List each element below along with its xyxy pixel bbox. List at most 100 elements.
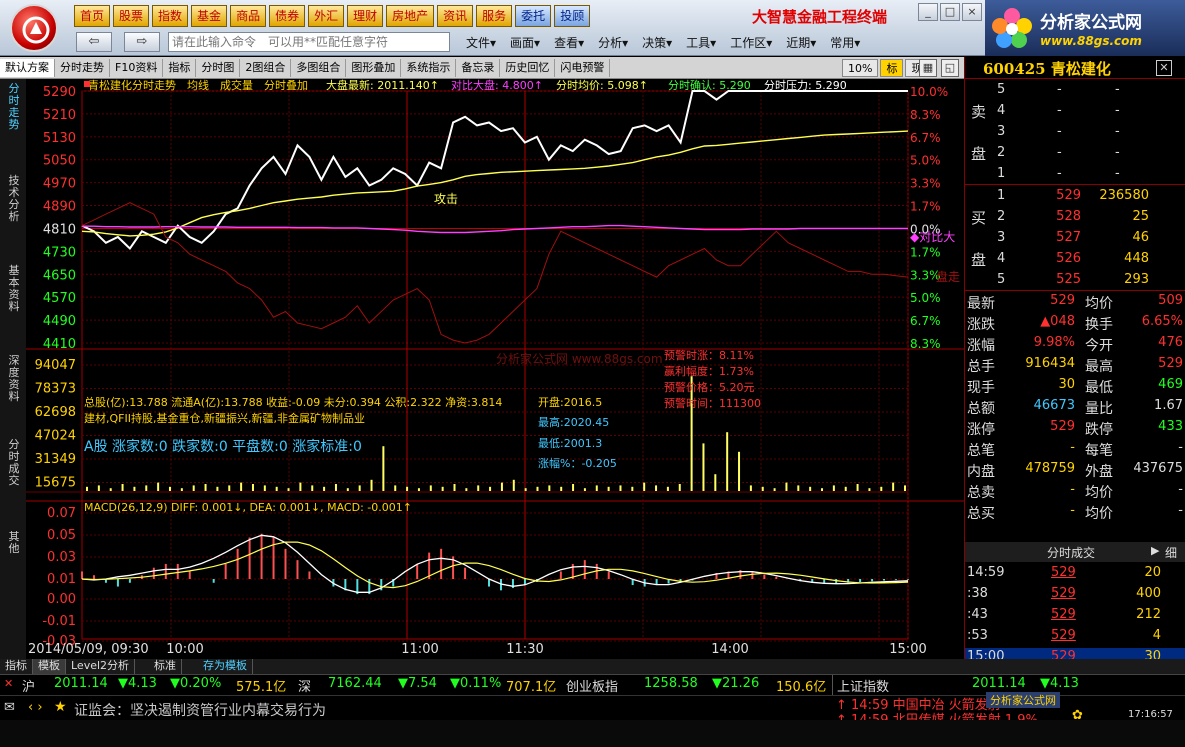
stat-value2-6: 433	[1158, 419, 1183, 434]
price-tick-3: 5050	[43, 154, 76, 169]
bottom-tab-3[interactable]: 标准	[149, 659, 183, 674]
trades-title[interactable]: 分时成交	[1047, 544, 1095, 561]
trades-detail-button[interactable]: 细	[1165, 544, 1177, 561]
menu-5[interactable]: 工具▾	[686, 34, 716, 51]
menu-4[interactable]: 决策▾	[642, 34, 672, 51]
menu-0[interactable]: 文件▾	[466, 34, 496, 51]
volume-bar-27	[406, 486, 409, 491]
sidebar-tab-1[interactable]: 技术分析	[6, 175, 22, 223]
toolbar-item-1[interactable]: 分时走势	[55, 58, 110, 77]
trade-row-0: 14:59 529 20	[965, 564, 1185, 584]
app-logo[interactable]	[10, 4, 58, 52]
volume-bar-64	[844, 486, 847, 491]
nav-6[interactable]: 外汇	[308, 5, 345, 27]
chart-market-latest: 大盘最新: 2011.140↑	[326, 79, 439, 92]
bottom-tab-bar: 指标 模板 Level2分析 标准 存为模板	[0, 659, 1185, 674]
maximize-icon[interactable]: □	[940, 3, 960, 21]
volume-bar-57	[761, 486, 764, 491]
top-nav: 首页 股票 指数 基金 商品 债券 外汇 理财 房地产 资讯 服务 委托 投顾	[74, 5, 591, 27]
toolbar-right-1[interactable]: 标	[880, 59, 904, 77]
toolbar-item-6[interactable]: 多图组合	[291, 58, 347, 77]
volume-bar-20	[323, 486, 326, 491]
volume-bar-38	[536, 486, 539, 491]
minimize-icon[interactable]: _	[918, 3, 938, 21]
nav-2[interactable]: 指数	[152, 5, 189, 27]
command-input[interactable]: 请在此输入命令 可以用**匹配任意字符	[168, 32, 450, 52]
nav-11[interactable]: 委托	[515, 5, 552, 27]
toolbar-item-9[interactable]: 备忘录	[456, 58, 501, 77]
nav-0[interactable]: 首页	[74, 5, 111, 27]
trade-row-3: :53 529 4	[965, 627, 1185, 647]
menu-3[interactable]: 分析▾	[598, 34, 628, 51]
site-name: 分析家公式网	[1040, 13, 1142, 33]
price-tick-0: 5290	[43, 85, 76, 100]
volume-bar-61	[809, 486, 812, 491]
sz-pct: ▼0.11%	[450, 676, 502, 691]
stat-label2-1: 换手	[1085, 317, 1113, 333]
nav-8[interactable]: 房地产	[386, 5, 435, 27]
nav-12[interactable]: 投顾	[554, 5, 591, 27]
toolbar-item-3[interactable]: 指标	[163, 58, 197, 77]
bottom-tab-4[interactable]: 存为模板	[198, 659, 254, 674]
toolbar-item-8[interactable]: 系统指示	[401, 58, 457, 77]
news-prev-icon[interactable]: ‹ ›	[28, 700, 43, 715]
sidebar-tab-0[interactable]: 分时走势	[6, 83, 22, 131]
nav-3[interactable]: 基金	[191, 5, 228, 27]
nav-4[interactable]: 商品	[230, 5, 267, 27]
menu-6[interactable]: 工作区▾	[730, 34, 772, 51]
nav-7[interactable]: 理财	[347, 5, 384, 27]
sidebar-tab-2[interactable]: 基本资料	[6, 265, 22, 313]
bottom-tab-2[interactable]: Level2分析	[66, 659, 136, 674]
volume-bar-68	[892, 482, 895, 491]
bottom-tab-1[interactable]: 模板	[33, 659, 66, 674]
toolbar-item-2[interactable]: F10资料	[110, 58, 164, 77]
volume-bar-16	[275, 486, 278, 491]
forward-button[interactable]: ⇨	[124, 32, 160, 52]
sidebar-tab-5[interactable]: 其他	[6, 531, 22, 555]
buy-row-price-1: 528	[1056, 209, 1081, 224]
nav-1[interactable]: 股票	[113, 5, 150, 27]
chart-toolbar: 默认方案 分时走势 F10资料 指标 分时图 2图组合 多图组合 图形叠加 系统指示 备忘录 历史回…	[0, 57, 965, 79]
intraday-chart[interactable]: 5290 5210 5130 5050 4970 4890 4810 4730 4650 4570…	[26, 79, 964, 659]
chart-vs-market: 对比大盘: 4.800↑	[451, 79, 543, 92]
back-button[interactable]: ⇦	[76, 32, 112, 52]
toolbar-item-4[interactable]: 分时图	[196, 58, 241, 77]
buy-row-vol-3: 448	[1124, 251, 1149, 266]
series-line-0	[81, 90, 908, 251]
toolbar-item-7[interactable]: 图形叠加	[346, 58, 402, 77]
volume-bar-2	[109, 488, 112, 491]
ticker-close-icon[interactable]: ✕	[4, 677, 13, 690]
nav-5[interactable]: 债券	[269, 5, 306, 27]
quote-stats: 最新 529 均价 509 涨跌 ▲048 换手 6.65% 涨幅 9.98% 今开 476 总手 916…	[965, 291, 1185, 522]
header-marker-icon	[84, 81, 90, 87]
menu-bar: 文件▾ 画面▾ 查看▾ 分析▾ 决策▾ 工具▾ 工作区▾ 近期▾ 常用▾	[466, 34, 860, 51]
stat-value2-4: 469	[1158, 377, 1183, 392]
menu-2[interactable]: 查看▾	[554, 34, 584, 51]
toolbar-right-0[interactable]: 10%	[842, 59, 879, 77]
toolbar-item-5[interactable]: 2图组合	[240, 58, 292, 77]
envelope-icon[interactable]: ✉	[4, 700, 15, 715]
menu-7[interactable]: 近期▾	[786, 34, 816, 51]
toolbar-grid-button[interactable]: ▦	[919, 59, 937, 77]
toolbar-item-0[interactable]: 默认方案	[0, 58, 55, 77]
close-window-icon[interactable]: ×	[962, 3, 982, 21]
close-icon[interactable]: ✕	[1156, 60, 1172, 76]
price-tick-1: 5210	[43, 108, 76, 123]
menu-1[interactable]: 画面▾	[510, 34, 540, 51]
trades-header: 分时成交 细 ▶	[965, 542, 1185, 562]
toolbar-item-10[interactable]: 历史回忆	[500, 58, 556, 77]
sidebar-tab-4[interactable]: 分时成交	[6, 439, 22, 487]
time-tick-2: 11:30	[506, 642, 543, 657]
sidebar-tab-3[interactable]: 深度资料	[6, 355, 22, 403]
stat-value2-1: 6.65%	[1141, 314, 1183, 329]
menu-8[interactable]: 常用▾	[830, 34, 860, 51]
nav-9[interactable]: 资讯	[437, 5, 474, 27]
trade-time-1: :38	[967, 586, 988, 601]
bottom-tab-0[interactable]: 指标	[0, 659, 33, 674]
forward-arrow-icon: ⇨	[136, 34, 148, 49]
toolbar-expand-button[interactable]: ◱	[941, 59, 959, 77]
toolbar-item-11[interactable]: 闪电预警	[555, 58, 611, 77]
nav-10[interactable]: 服务	[476, 5, 513, 27]
time-tick-4: 15:00	[889, 642, 926, 657]
news-text[interactable]: 证监会：坚决遏制资管行业内幕交易行为	[74, 700, 326, 720]
